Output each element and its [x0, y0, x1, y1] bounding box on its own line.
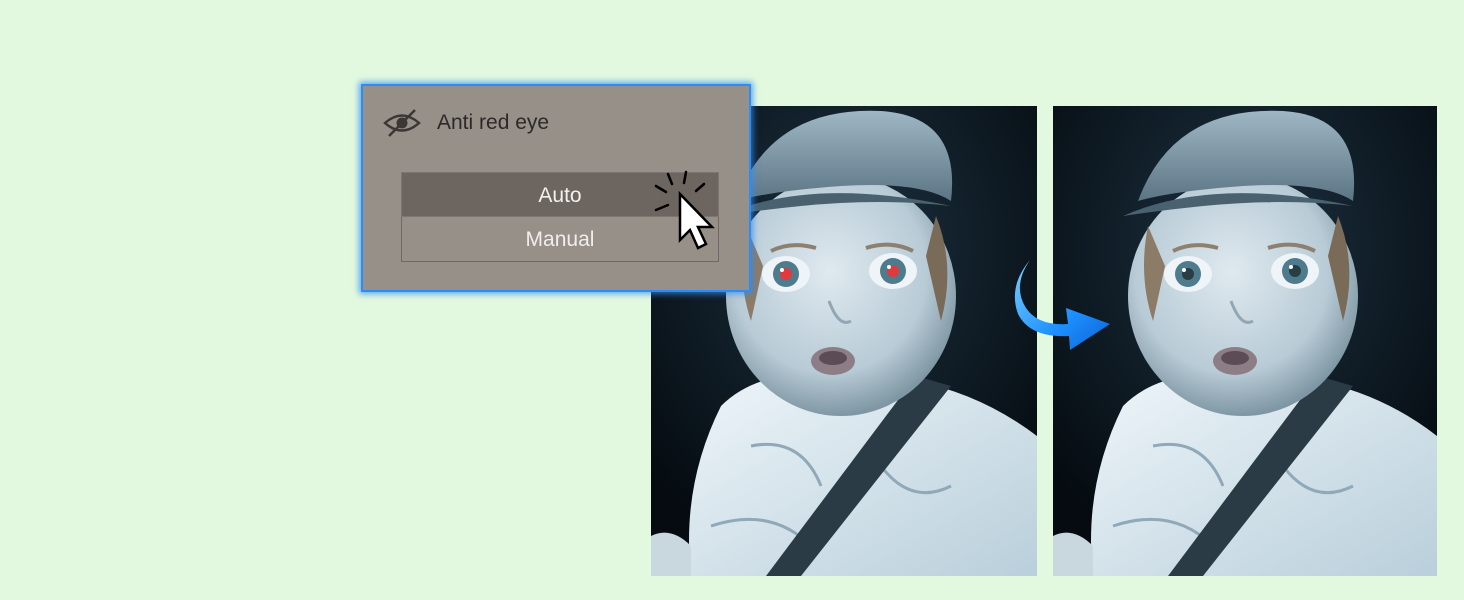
eye-off-icon	[383, 109, 421, 137]
panel-title: Anti red eye	[437, 111, 550, 134]
cursor-icon	[654, 170, 715, 250]
panel-header: Anti red eye	[383, 106, 549, 140]
transition-arrow-icon	[1014, 260, 1110, 350]
